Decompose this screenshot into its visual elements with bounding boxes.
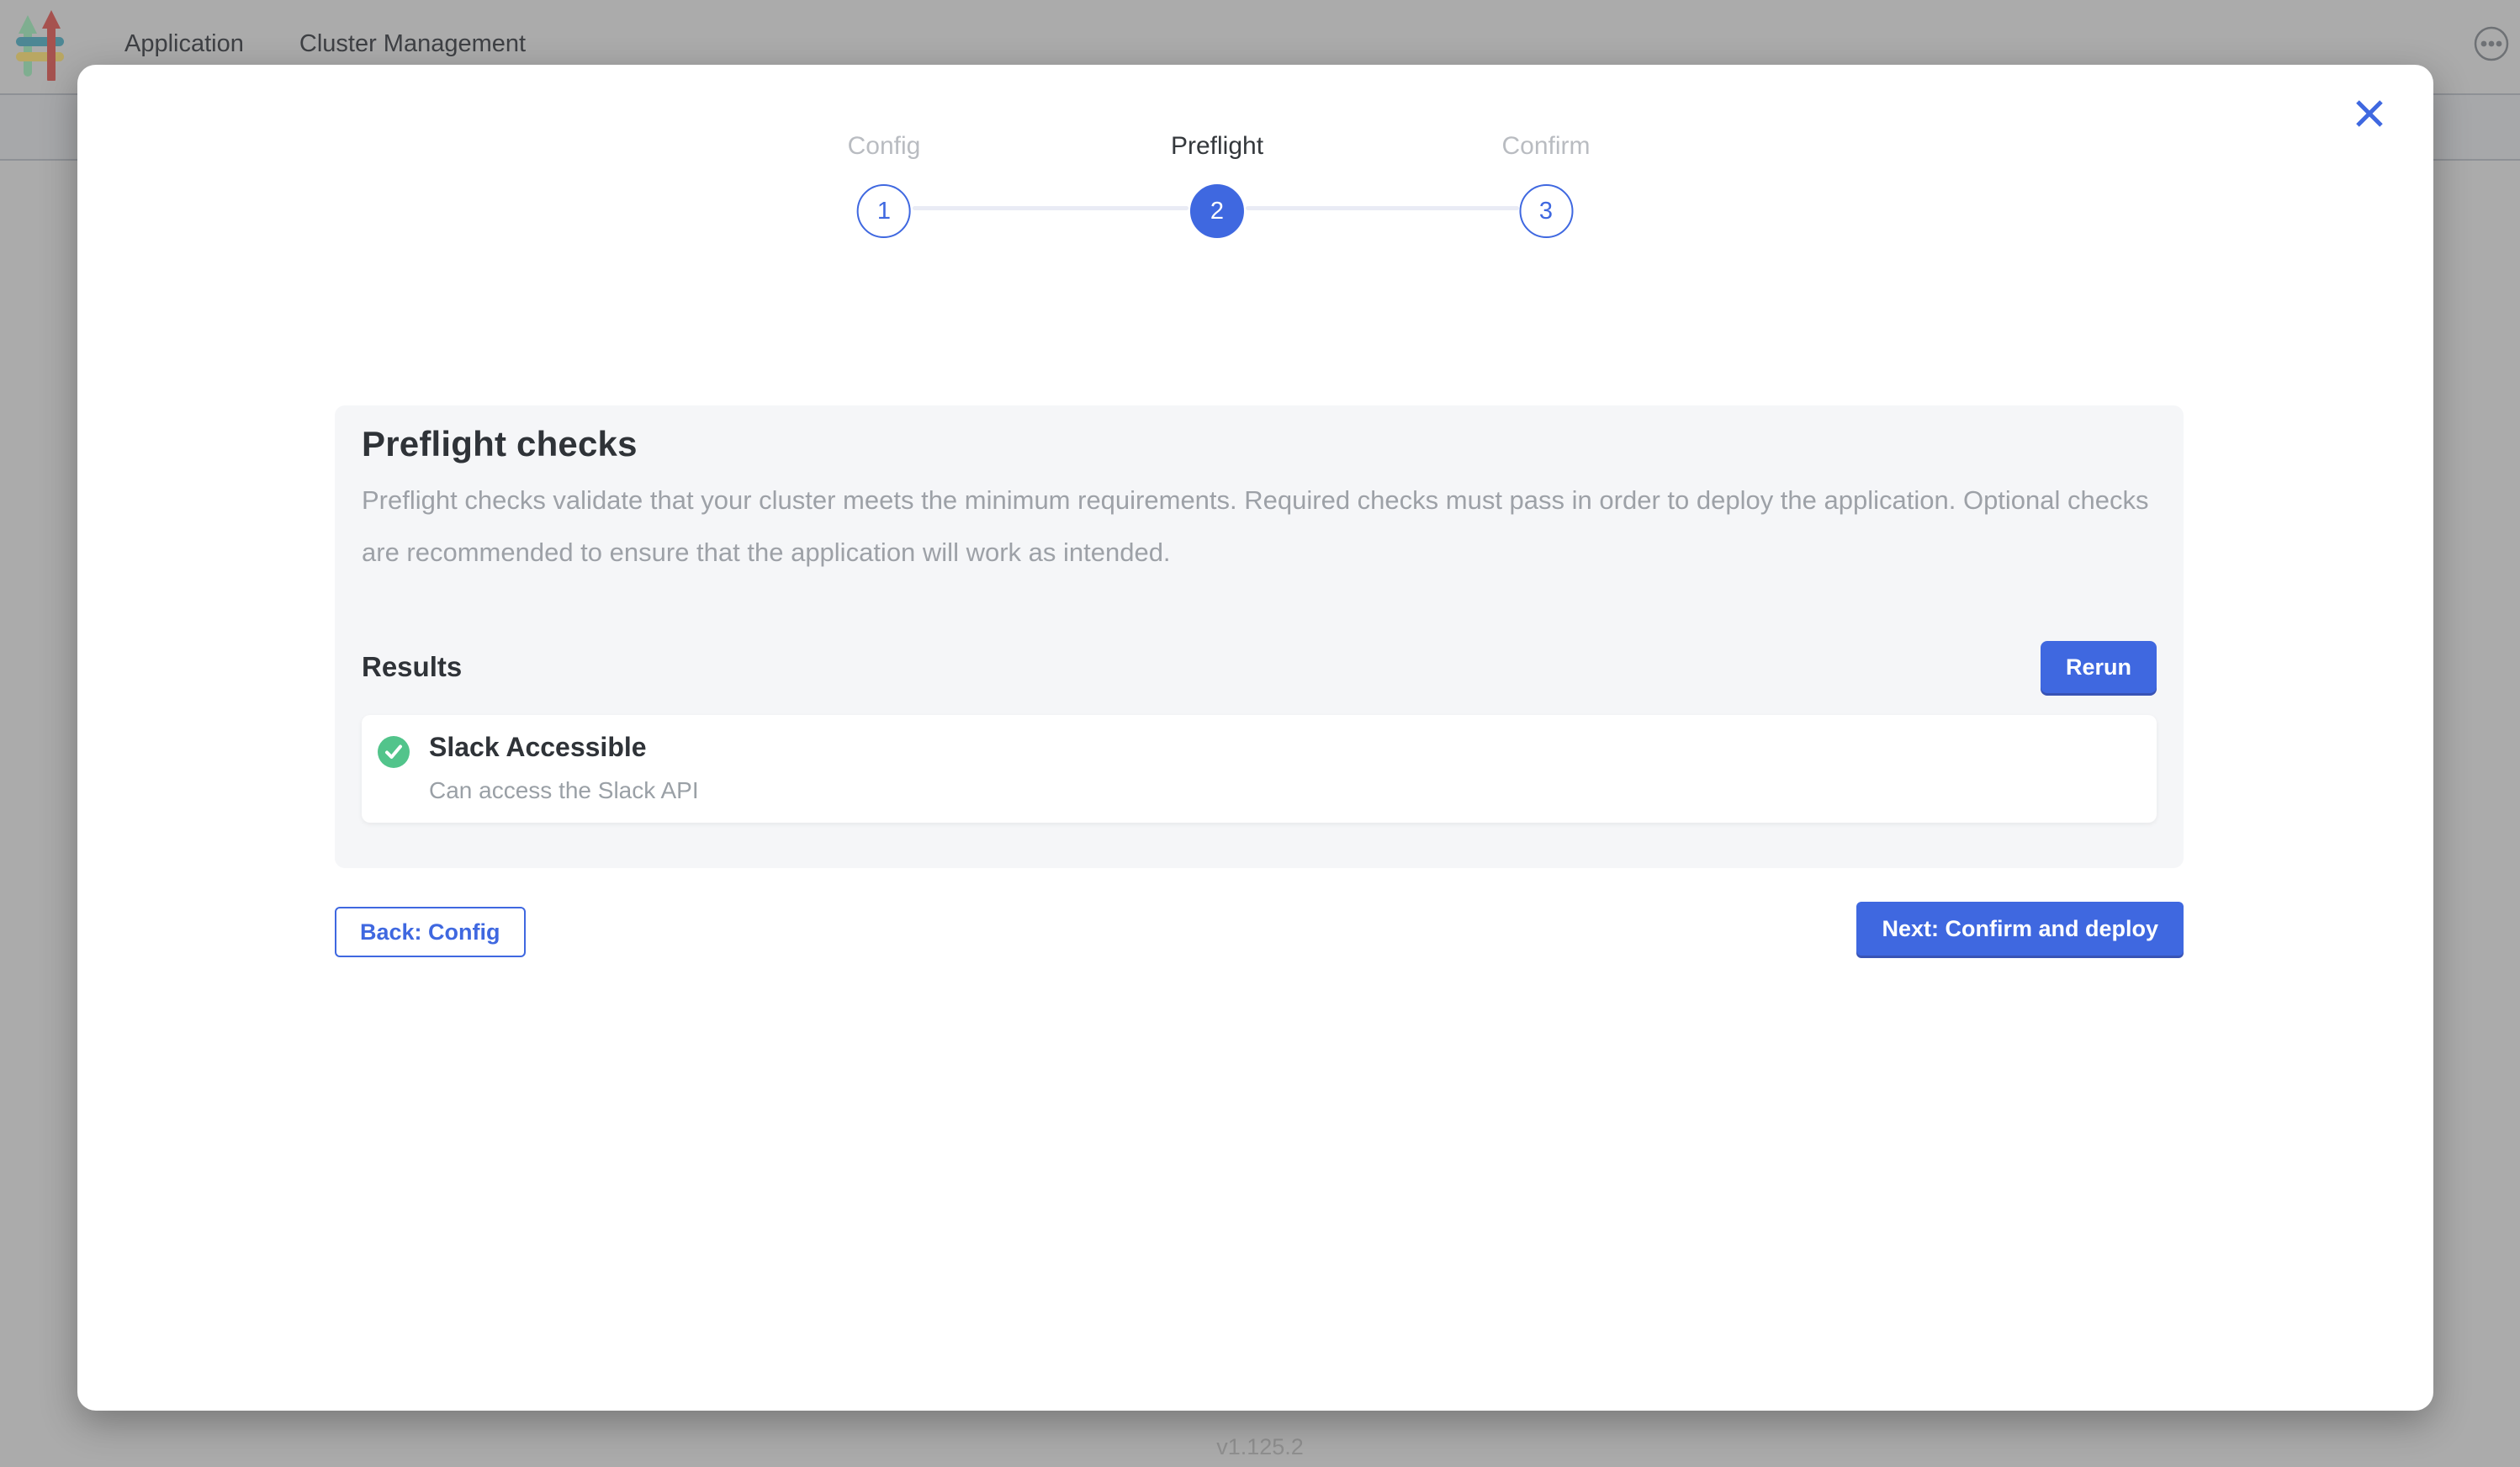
ellipsis-menu-icon[interactable] xyxy=(2473,25,2510,62)
step-preflight: Preflight 2 xyxy=(1171,132,1263,238)
step-circle: 2 xyxy=(1190,184,1244,238)
preflight-result-row: Slack Accessible Can access the Slack AP… xyxy=(362,715,2157,823)
results-header-row: Results Rerun xyxy=(362,641,2157,693)
preflight-panel: Preflight checks Preflight checks valida… xyxy=(335,405,2184,868)
result-detail: Can access the Slack API xyxy=(429,777,699,804)
step-label: Config xyxy=(848,132,921,161)
preflight-modal: Config 1 Preflight 2 Confirm 3 Preflight… xyxy=(77,65,2433,1411)
results-label: Results xyxy=(362,651,462,683)
wizard-stepper: Config 1 Preflight 2 Confirm 3 xyxy=(77,65,2433,283)
step-circle: 3 xyxy=(1519,184,1573,238)
back-button[interactable]: Back: Config xyxy=(335,907,526,957)
stepper-connector xyxy=(1246,206,1519,210)
panel-title: Preflight checks xyxy=(362,424,2157,464)
result-title: Slack Accessible xyxy=(429,732,647,763)
version-label: v1.125.2 xyxy=(0,1434,2520,1460)
next-button[interactable]: Next: Confirm and deploy xyxy=(1856,902,2184,956)
app-logo-icon xyxy=(15,10,66,81)
nav-item-application[interactable]: Application xyxy=(124,30,244,58)
nav-item-cluster-management[interactable]: Cluster Management xyxy=(299,30,526,58)
step-circle: 1 xyxy=(857,184,911,238)
step-label: Preflight xyxy=(1171,132,1263,161)
step-confirm: Confirm 3 xyxy=(1501,132,1590,238)
step-label: Confirm xyxy=(1501,132,1590,161)
rerun-button[interactable]: Rerun xyxy=(2041,641,2157,693)
step-config: Config 1 xyxy=(848,132,921,238)
panel-description: Preflight checks validate that your clus… xyxy=(362,474,2157,579)
check-icon xyxy=(377,735,410,769)
stepper-connector xyxy=(913,206,1189,210)
